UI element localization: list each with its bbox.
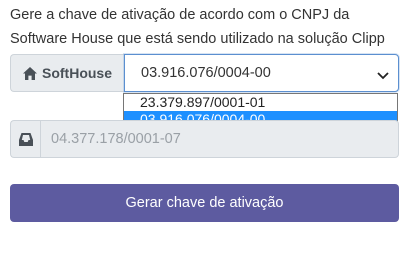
cnpj-field[interactable]: 04.377.178/0001-07 <box>40 120 399 158</box>
cnpj-input-group: 04.377.178/0001-07 <box>10 120 399 158</box>
cnpj-value: 04.377.178/0001-07 <box>51 131 181 147</box>
softhouse-selected-value: 03.916.076/0004-00 <box>141 65 271 81</box>
home-icon <box>23 66 37 80</box>
instructions-line-1: Gere a chave de ativação de acordo com o… <box>10 7 350 23</box>
cnpj-addon <box>10 120 40 158</box>
generate-key-label: Gerar chave de ativação <box>125 195 284 211</box>
instructions-text: Gere a chave de ativação de acordo com o… <box>10 3 405 51</box>
generate-key-button[interactable]: Gerar chave de ativação <box>10 184 399 222</box>
softhouse-select[interactable]: 03.916.076/0004-00 <box>124 54 399 92</box>
softhouse-label: SoftHouse <box>42 65 112 81</box>
chevron-down-icon <box>377 68 389 84</box>
softhouse-addon: SoftHouse <box>10 54 124 92</box>
instructions-line-2: Software House que está sendo utilizado … <box>10 31 385 47</box>
softhouse-input-group: SoftHouse 03.916.076/0004-00 <box>10 54 399 92</box>
softhouse-option[interactable]: 23.379.897/0001-01 <box>124 94 397 111</box>
inbox-icon <box>18 132 33 146</box>
